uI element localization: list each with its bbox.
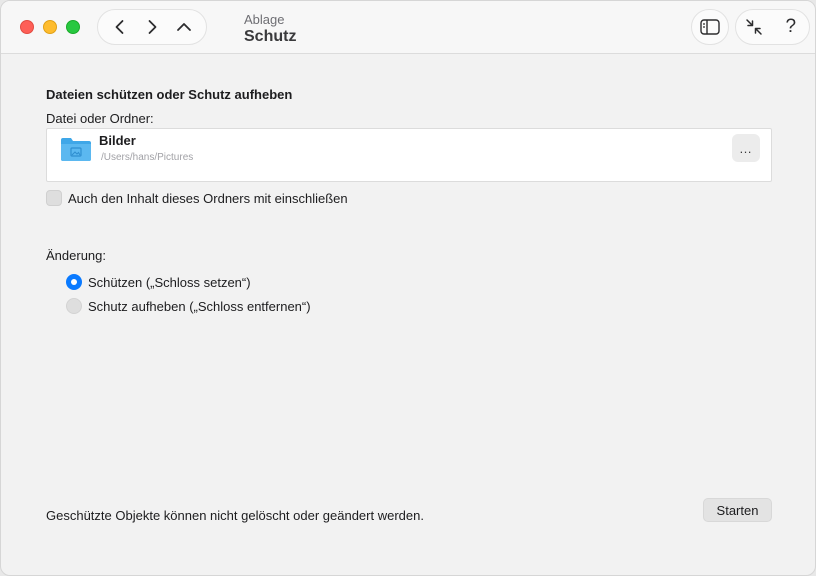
collapse-arrows-icon: [746, 19, 762, 35]
change-label: Änderung:: [46, 248, 106, 263]
start-button[interactable]: Starten: [703, 498, 772, 522]
help-button[interactable]: ?: [777, 13, 805, 41]
unprotect-option[interactable]: Schutz aufheben („Schloss entfernen“): [66, 298, 311, 314]
include-contents-label[interactable]: Auch den Inhalt dieses Ordners mit einsc…: [68, 191, 348, 206]
file-name: Bilder: [99, 133, 136, 148]
app-window: Ablage Schutz ? Dateien schützen oder Sc…: [0, 0, 816, 576]
choose-file-button[interactable]: …: [732, 134, 760, 162]
file-field-label: Datei oder Ordner:: [46, 111, 154, 126]
close-window-button[interactable]: [20, 20, 34, 34]
protect-label[interactable]: Schützen („Schloss setzen“): [88, 275, 251, 290]
chevron-right-icon: [148, 20, 157, 34]
minimize-window-button[interactable]: [43, 20, 57, 34]
sidebar-icon: [700, 19, 720, 35]
unprotect-radio[interactable]: [66, 298, 82, 314]
sidebar-toggle-button[interactable]: [691, 9, 729, 45]
file-selection-box[interactable]: Bilder /Users/hans/Pictures …: [46, 128, 772, 182]
collapse-button[interactable]: [740, 13, 768, 41]
section-title: Dateien schützen oder Schutz aufheben: [46, 87, 293, 102]
forward-button[interactable]: [138, 13, 166, 41]
footer-note: Geschützte Objekte können nicht gelöscht…: [46, 508, 424, 523]
window-actions-group: ?: [735, 9, 810, 45]
protect-radio[interactable]: [66, 274, 82, 290]
breadcrumb-parent[interactable]: Ablage: [244, 12, 284, 27]
file-path: /Users/hans/Pictures: [101, 152, 194, 163]
maximize-window-button[interactable]: [66, 20, 80, 34]
unprotect-label[interactable]: Schutz aufheben („Schloss entfernen“): [88, 299, 311, 314]
chevron-up-icon: [177, 23, 191, 31]
page-title: Schutz: [244, 28, 297, 45]
up-button[interactable]: [170, 13, 198, 41]
help-icon: ?: [785, 16, 797, 37]
toolbar: Ablage Schutz ?: [1, 1, 815, 54]
protect-option[interactable]: Schützen („Schloss setzen“): [66, 274, 251, 290]
navigation-group: [97, 9, 207, 45]
back-button[interactable]: [106, 13, 134, 41]
include-contents-option[interactable]: Auch den Inhalt dieses Ordners mit einsc…: [46, 190, 348, 206]
chevron-left-icon: [115, 20, 124, 34]
include-contents-checkbox[interactable]: [46, 190, 62, 206]
folder-icon: [61, 138, 91, 161]
